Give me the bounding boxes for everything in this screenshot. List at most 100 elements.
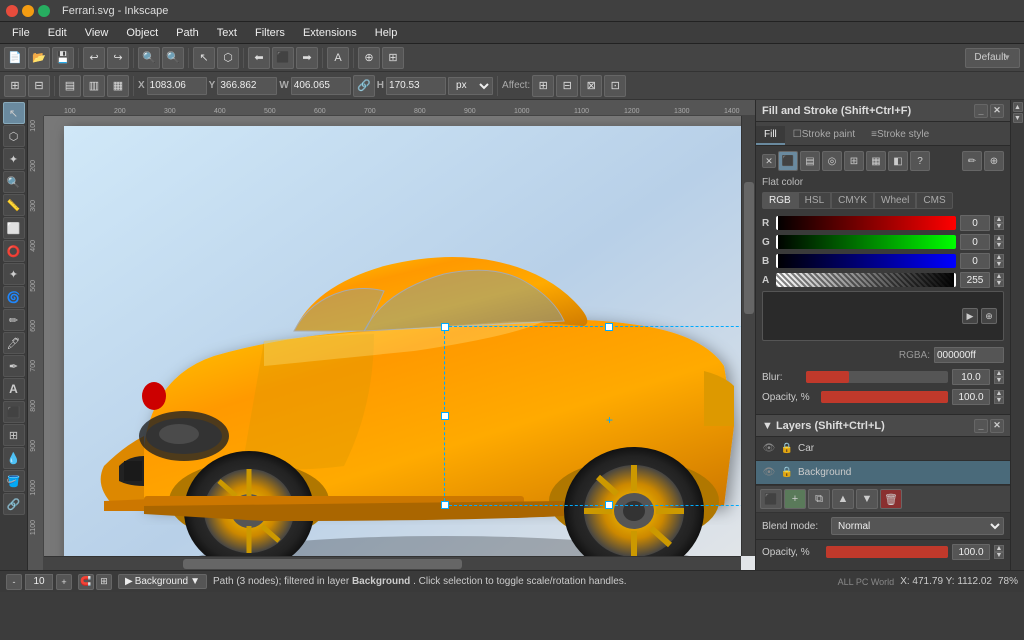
zoom-input[interactable]	[25, 574, 53, 590]
measure-tool[interactable]: 📏	[3, 194, 25, 216]
align-right-btn[interactable]: ➡	[296, 47, 318, 69]
vertical-scrollbar[interactable]	[741, 116, 755, 556]
layers-close-btn[interactable]: ✕	[990, 419, 1004, 433]
a-down[interactable]: ▼	[994, 280, 1004, 287]
dist2-btn[interactable]: ▦	[107, 75, 129, 97]
node-tool-btn[interactable]: ⬡	[217, 47, 239, 69]
b-down[interactable]: ▼	[994, 261, 1004, 268]
zoom-in-status-btn[interactable]: +	[56, 574, 72, 590]
menu-path[interactable]: Path	[168, 25, 207, 41]
horizontal-scrollbar[interactable]	[44, 556, 741, 570]
g-value-input[interactable]	[960, 234, 990, 250]
h-input[interactable]	[386, 77, 446, 95]
layer-opacity-down[interactable]: ▼	[994, 552, 1004, 559]
new-button[interactable]: 📄	[4, 47, 26, 69]
prev-btn-1[interactable]: ▶	[962, 308, 978, 324]
align-center-btn[interactable]: ⬛	[272, 47, 294, 69]
g-slider[interactable]	[776, 235, 956, 249]
default-button[interactable]: Default ▼	[965, 48, 1020, 68]
affect-stroke-btn[interactable]: ⊟	[556, 75, 578, 97]
copy-paint-btn[interactable]: ⊕	[984, 151, 1004, 171]
canvas-area[interactable]: 100 200 300 400 500 600 700 800 900 1000…	[28, 100, 755, 570]
g-up[interactable]: ▲	[994, 235, 1004, 242]
current-layer-badge[interactable]: ▶ Background ▼	[118, 574, 207, 589]
transform2-btn[interactable]: ⊟	[28, 75, 50, 97]
affect-geo-btn[interactable]: ⊞	[532, 75, 554, 97]
a-up[interactable]: ▲	[994, 273, 1004, 280]
blur-up[interactable]: ▲	[994, 370, 1004, 377]
mesh-tool[interactable]: ⊞	[3, 424, 25, 446]
layer-del-btn[interactable]: 🗑	[880, 489, 902, 509]
menu-edit[interactable]: Edit	[40, 25, 75, 41]
dist-btn[interactable]: ▥	[83, 75, 105, 97]
swatch-btn[interactable]: ◧	[888, 151, 908, 171]
r-value-input[interactable]	[960, 215, 990, 231]
save-button[interactable]: 💾	[52, 47, 74, 69]
opacity-down[interactable]: ▼	[994, 397, 1004, 404]
b-value-input[interactable]	[960, 253, 990, 269]
zoom-out-button[interactable]: 🔍	[138, 47, 160, 69]
tab-wheel[interactable]: Wheel	[874, 192, 916, 209]
tab-cmyk[interactable]: CMYK	[831, 192, 874, 209]
redo-button[interactable]: ↪	[107, 47, 129, 69]
opacity-value-input[interactable]	[952, 389, 990, 405]
menu-text[interactable]: Text	[209, 25, 245, 41]
snap-status-icon[interactable]: 🧲	[78, 574, 94, 590]
layer-lock-bg[interactable]: 🔒	[780, 466, 794, 480]
panel-minimize-btn[interactable]: _	[974, 104, 988, 118]
g-down[interactable]: ▼	[994, 242, 1004, 249]
layer-background[interactable]: 👁 🔒 Background	[756, 461, 1010, 485]
text-tool[interactable]: A	[3, 378, 25, 400]
document-page[interactable]: +	[64, 126, 755, 570]
a-value-input[interactable]	[960, 272, 990, 288]
blend-mode-select[interactable]: Normal Multiply Screen Overlay	[831, 517, 1004, 535]
b-up[interactable]: ▲	[994, 254, 1004, 261]
layer-eye-bg[interactable]: 👁	[762, 466, 776, 480]
select-tool-btn[interactable]: ↖	[193, 47, 215, 69]
grid-status-icon[interactable]: ⊞	[96, 574, 112, 590]
lock-aspect-btn[interactable]: 🔗	[353, 75, 375, 97]
radial-grad-btn[interactable]: ◎	[822, 151, 842, 171]
tab-hsl[interactable]: HSL	[798, 192, 831, 209]
panel-close-btn[interactable]: ✕	[990, 104, 1004, 118]
unit-select[interactable]: px mm in	[448, 77, 493, 95]
layers-minimize-btn[interactable]: _	[974, 419, 988, 433]
layer-color-btn[interactable]: ⬛	[760, 489, 782, 509]
w-input[interactable]	[291, 77, 351, 95]
mesh-grad-btn[interactable]: ⊞	[844, 151, 864, 171]
layer-eye-car[interactable]: 👁	[762, 442, 776, 456]
tab-stroke-style[interactable]: ≡Stroke style	[863, 126, 937, 145]
layer-car[interactable]: 👁 🔒 Car	[756, 437, 1010, 461]
minimize-button[interactable]	[22, 5, 34, 17]
paint-bucket-tool[interactable]: 🪣	[3, 470, 25, 492]
a-slider[interactable]	[776, 273, 956, 287]
blur-slider[interactable]	[806, 371, 948, 383]
tab-cms[interactable]: CMS	[916, 192, 952, 209]
layer-dup-btn[interactable]: ⧉	[808, 489, 830, 509]
affect-clip-btn[interactable]: ⊡	[604, 75, 626, 97]
opacity-slider[interactable]	[821, 391, 948, 403]
maximize-button[interactable]	[38, 5, 50, 17]
pattern-btn[interactable]: ▦	[866, 151, 886, 171]
transform-btn[interactable]: ⊞	[4, 75, 26, 97]
layer-add-btn[interactable]: +	[784, 489, 806, 509]
tab-stroke-paint[interactable]: ☐Stroke paint	[785, 126, 863, 145]
opacity-up[interactable]: ▲	[994, 390, 1004, 397]
none-paint-btn[interactable]: ✕	[762, 154, 776, 168]
ellipse-tool[interactable]: ⭕	[3, 240, 25, 262]
unknown-btn[interactable]: ?	[910, 151, 930, 171]
flat-color-btn[interactable]: ⬛	[778, 151, 798, 171]
layer-opacity-up[interactable]: ▲	[994, 545, 1004, 552]
spiral-tool[interactable]: 🌀	[3, 286, 25, 308]
undo-button[interactable]: ↩	[83, 47, 105, 69]
layer-move-down-btn[interactable]: ▼	[856, 489, 878, 509]
open-button[interactable]: 📂	[28, 47, 50, 69]
text-tool-btn[interactable]: A	[327, 47, 349, 69]
menu-object[interactable]: Object	[118, 25, 166, 41]
select-tool[interactable]: ↖	[3, 102, 25, 124]
snap-btn[interactable]: ⊕	[358, 47, 380, 69]
close-button[interactable]	[6, 5, 18, 17]
blur-down[interactable]: ▼	[994, 377, 1004, 384]
menu-filters[interactable]: Filters	[247, 25, 293, 41]
rs-btn-1[interactable]: ▲	[1013, 102, 1023, 112]
